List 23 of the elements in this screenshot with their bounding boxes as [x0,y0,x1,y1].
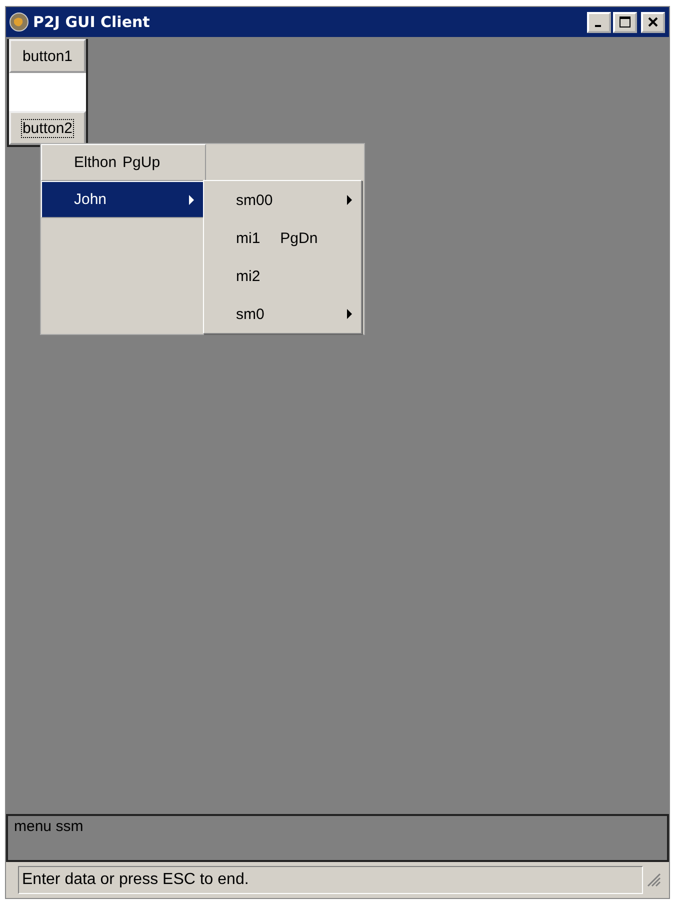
minimize-icon [595,25,601,27]
close-icon [647,16,659,28]
window-title: P2J GUI Client [33,13,151,31]
menu-item[interactable]: sm00 [204,181,361,219]
push-button[interactable]: button2 [9,111,86,145]
submenu-arrow-icon [347,195,353,205]
maximize-icon [619,16,631,28]
input-field[interactable] [9,73,86,111]
close-button[interactable] [641,12,665,32]
menu-item[interactable]: John [41,181,206,218]
resize-grip-icon [647,873,661,887]
menu-item[interactable]: Elthon PgUp [41,144,206,181]
maximize-button[interactable] [613,12,637,32]
submenu-arrow-icon [189,194,195,204]
globe-icon [9,12,29,32]
submenu-arrow-icon [347,309,353,319]
minimize-button[interactable] [587,12,611,32]
status-text: Enter data or press ESC to end. [22,871,249,889]
message-text: menu ssm [14,818,84,835]
menu-item[interactable]: sm0 [204,295,361,333]
menu-item[interactable]: mi2 [204,257,361,295]
push-button[interactable]: button1 [9,39,86,73]
menu-item[interactable]: mi1 PgDn [204,219,361,257]
